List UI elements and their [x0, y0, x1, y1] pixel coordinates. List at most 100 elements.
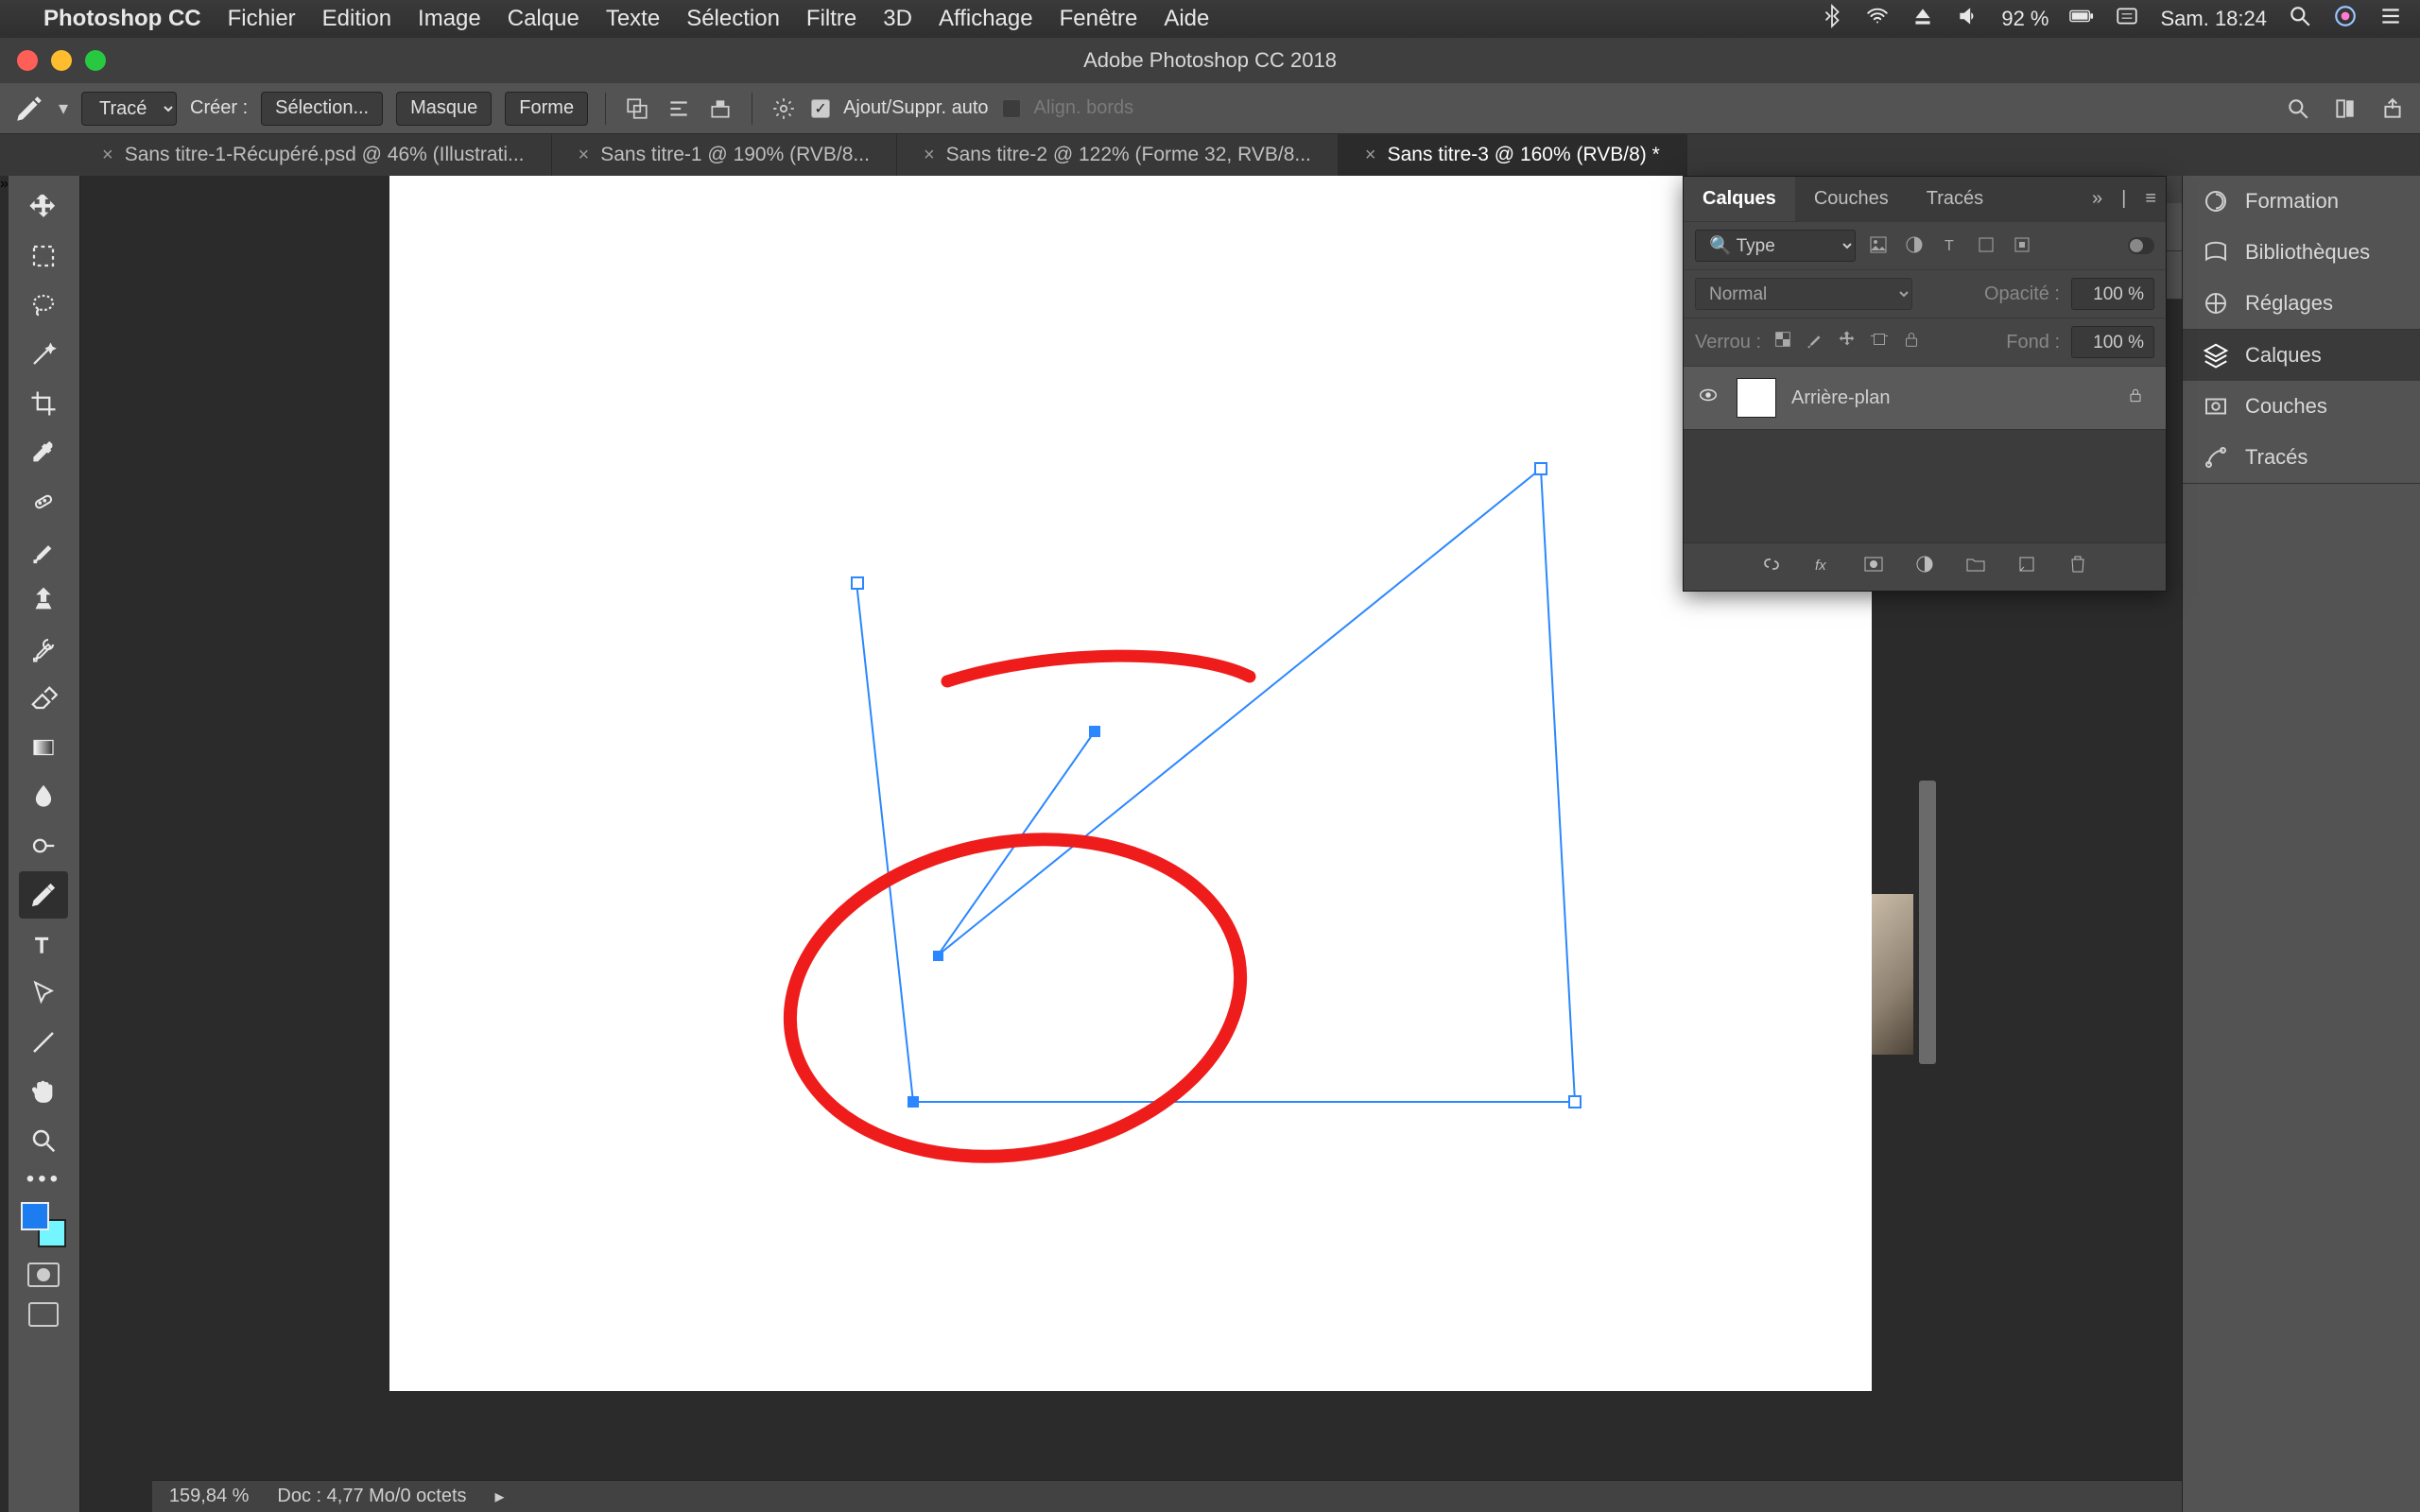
rectangular-marquee-tool[interactable]: [19, 232, 68, 280]
workspace-switcher-icon[interactable]: [2331, 94, 2360, 123]
filter-type-icon[interactable]: T: [1939, 233, 1963, 258]
filter-pixel-icon[interactable]: [1867, 233, 1892, 258]
filter-shape-icon[interactable]: [1975, 233, 1999, 258]
tool-preset-chevron-icon[interactable]: ▾: [59, 96, 68, 120]
layer-style-icon[interactable]: fx: [1811, 553, 1834, 581]
zoom-tool[interactable]: [19, 1117, 68, 1164]
panel-menu-icon[interactable]: ≡: [2135, 180, 2166, 217]
dock-couches[interactable]: Couches: [2183, 381, 2420, 432]
dock-formation[interactable]: Formation: [2183, 176, 2420, 227]
path-arrangement-icon[interactable]: [706, 94, 735, 123]
anchor-point[interactable]: [852, 577, 863, 589]
canvas-scrollbar[interactable]: [1919, 781, 1936, 1064]
filter-smartobject-icon[interactable]: [2011, 233, 2035, 258]
layer-visibility-icon[interactable]: [1695, 385, 1721, 411]
paths-tab[interactable]: Tracés: [1908, 177, 2002, 221]
anchor-point[interactable]: [1569, 1096, 1581, 1108]
lock-artboard-icon[interactable]: [1869, 329, 1890, 355]
crop-tool[interactable]: [19, 380, 68, 427]
filter-toggle[interactable]: [2128, 237, 2154, 254]
auto-add-delete-checkbox[interactable]: ✓: [811, 99, 830, 118]
zoom-level[interactable]: 159,84 %: [169, 1486, 250, 1507]
history-brush-tool[interactable]: [19, 626, 68, 673]
dock-bibliotheques[interactable]: Bibliothèques: [2183, 227, 2420, 278]
quick-mask-toggle[interactable]: [27, 1263, 60, 1287]
path-operations-icon[interactable]: [623, 94, 651, 123]
bluetooth-icon[interactable]: [1820, 4, 1844, 34]
pen-mode-select[interactable]: Tracé: [81, 92, 177, 126]
menu-image[interactable]: Image: [418, 6, 481, 32]
edit-toolbar-button[interactable]: •••: [26, 1166, 61, 1193]
lock-all-icon[interactable]: [1901, 329, 1922, 355]
dock-reglages[interactable]: Réglages: [2183, 278, 2420, 329]
close-tab-icon[interactable]: ×: [1365, 145, 1376, 166]
lock-transparency-icon[interactable]: [1772, 329, 1793, 355]
brush-tool[interactable]: [19, 527, 68, 575]
pen-tool-icon[interactable]: [13, 93, 45, 125]
anchor-point[interactable]: [933, 951, 943, 961]
path-alignment-icon[interactable]: [665, 94, 693, 123]
layer-lock-icon[interactable]: [2126, 386, 2145, 410]
layer-name[interactable]: Arrière-plan: [1791, 387, 1890, 409]
spot-healing-tool[interactable]: [19, 478, 68, 525]
menu-3d[interactable]: 3D: [883, 6, 912, 32]
document-tab[interactable]: ×Sans titre-2 @ 122% (Forme 32, RVB/8...: [897, 134, 1339, 176]
new-layer-icon[interactable]: [2015, 553, 2038, 581]
menu-aide[interactable]: Aide: [1164, 6, 1209, 32]
menu-affichage[interactable]: Affichage: [939, 6, 1033, 32]
status-chevron-icon[interactable]: ▸: [495, 1485, 505, 1508]
dodge-tool[interactable]: [19, 822, 68, 869]
type-tool[interactable]: T: [19, 920, 68, 968]
close-tab-icon[interactable]: ×: [102, 145, 113, 166]
input-menu-icon[interactable]: [2115, 4, 2139, 34]
blur-tool[interactable]: [19, 773, 68, 820]
make-shape-button[interactable]: Forme: [505, 92, 588, 126]
make-mask-button[interactable]: Masque: [396, 92, 492, 126]
lasso-tool[interactable]: [19, 282, 68, 329]
align-edges-checkbox[interactable]: ✓: [1002, 99, 1021, 118]
anchor-point[interactable]: [1089, 726, 1100, 737]
anchor-point[interactable]: [1535, 463, 1547, 474]
layers-panel[interactable]: Calques Couches Tracés » | ≡ 🔍 Type T No…: [1683, 176, 2167, 592]
share-icon[interactable]: [2378, 94, 2407, 123]
eject-icon[interactable]: [1910, 4, 1935, 34]
move-tool[interactable]: [19, 183, 68, 231]
menu-fichier[interactable]: Fichier: [228, 6, 296, 32]
new-group-icon[interactable]: [1964, 553, 1987, 581]
volume-icon[interactable]: [1956, 4, 1980, 34]
close-tab-icon[interactable]: ×: [579, 145, 590, 166]
menu-selection[interactable]: Sélection: [686, 6, 780, 32]
menu-calque[interactable]: Calque: [508, 6, 579, 32]
pen-tool[interactable]: [19, 871, 68, 919]
hand-tool[interactable]: [19, 1068, 68, 1115]
menu-fenetre[interactable]: Fenêtre: [1060, 6, 1138, 32]
foreground-color-swatch[interactable]: [21, 1202, 49, 1230]
menu-filtre[interactable]: Filtre: [806, 6, 856, 32]
layers-tab[interactable]: Calques: [1684, 177, 1795, 221]
link-layers-icon[interactable]: [1760, 553, 1783, 581]
search-icon[interactable]: [2284, 94, 2312, 123]
clone-stamp-tool[interactable]: [19, 576, 68, 624]
path-selection-tool[interactable]: [19, 970, 68, 1017]
make-selection-button[interactable]: Sélection...: [261, 92, 383, 126]
screen-mode-toggle[interactable]: [28, 1302, 59, 1327]
adjustment-layer-icon[interactable]: [1913, 553, 1936, 581]
anchor-point[interactable]: [908, 1096, 919, 1108]
doc-size[interactable]: Doc : 4,77 Mo/0 octets: [277, 1486, 466, 1507]
siri-icon[interactable]: [2333, 4, 2358, 34]
wifi-icon[interactable]: [1865, 4, 1890, 34]
layer-filter-type[interactable]: 🔍 Type: [1695, 230, 1856, 262]
color-swatches[interactable]: [21, 1202, 66, 1247]
path-options-gear-icon[interactable]: [769, 94, 798, 123]
delete-layer-icon[interactable]: [2066, 553, 2089, 581]
layer-row[interactable]: Arrière-plan: [1684, 366, 2166, 429]
eyedropper-tool[interactable]: [19, 429, 68, 476]
document-tab[interactable]: ×Sans titre-1-Récupéré.psd @ 46% (Illust…: [76, 134, 552, 176]
clock[interactable]: Sam. 18:24: [2160, 7, 2267, 31]
menu-texte[interactable]: Texte: [606, 6, 660, 32]
document-tab[interactable]: ×Sans titre-1 @ 190% (RVB/8...: [552, 134, 897, 176]
gradient-tool[interactable]: [19, 724, 68, 771]
channels-tab[interactable]: Couches: [1795, 177, 1908, 221]
spotlight-icon[interactable]: [2288, 4, 2312, 34]
eraser-tool[interactable]: [19, 675, 68, 722]
